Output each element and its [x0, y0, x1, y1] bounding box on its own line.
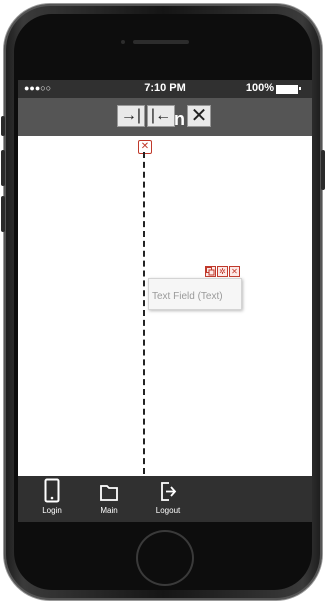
text-field-placeholder: Text Field (Text)	[152, 291, 223, 302]
home-button[interactable]	[136, 530, 194, 586]
indent-right-icon: →|	[120, 107, 142, 124]
battery-tip	[299, 87, 301, 90]
tab-login[interactable]: Login	[32, 478, 72, 520]
earpiece-speaker	[133, 40, 189, 44]
tab-main-label: Main	[100, 506, 118, 515]
indent-left-button[interactable]: |←	[147, 105, 175, 127]
copy-icon[interactable]	[205, 266, 216, 277]
phone-icon	[32, 478, 72, 506]
tab-logout[interactable]: Logout	[148, 478, 188, 520]
tab-main[interactable]: Main	[89, 478, 129, 520]
vertical-divider[interactable]	[143, 152, 145, 474]
folder-icon	[89, 478, 129, 506]
volume-up-button	[1, 150, 5, 186]
gear-icon[interactable]: ✲	[217, 266, 228, 277]
battery-percent: 100%	[245, 82, 274, 94]
mute-switch	[1, 116, 5, 136]
text-field-widget[interactable]: Text Field (Text)	[148, 278, 242, 310]
power-button	[321, 150, 325, 190]
status-bar: ●●●○○ 7:10 PM 100%	[18, 80, 312, 98]
logout-icon	[148, 478, 188, 506]
tab-bar: Login Main Logout	[18, 476, 312, 522]
battery-icon	[276, 85, 298, 94]
volume-down-button	[1, 196, 5, 232]
phone-screen: ●●●○○ 7:10 PM 100% →| |← n ✕ ✕ ✲ ✕ Text …	[18, 80, 312, 522]
close-icon[interactable]: ✕	[229, 266, 240, 277]
close-icon: ✕	[190, 105, 208, 127]
tab-login-label: Login	[42, 506, 62, 515]
nav-bar: →| |← n ✕	[18, 98, 312, 136]
delete-icon: ✕	[140, 141, 150, 152]
indent-right-button[interactable]: →|	[117, 105, 145, 127]
partial-title-letter: n	[174, 109, 185, 129]
front-camera	[121, 40, 125, 44]
tab-logout-label: Logout	[155, 506, 181, 515]
delete-divider-button[interactable]: ✕	[138, 140, 152, 154]
indent-left-icon: |←	[150, 107, 172, 124]
close-button[interactable]: ✕	[187, 105, 211, 127]
